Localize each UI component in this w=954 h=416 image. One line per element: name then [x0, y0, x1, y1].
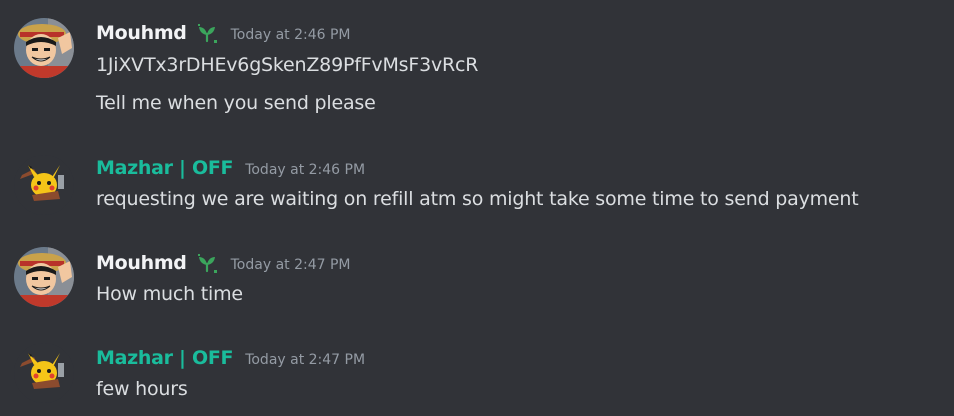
message-header: Mouhmd Today at 2:46 PM	[96, 21, 351, 45]
message-header: Mazhar | OFF Today at 2:47 PM	[96, 346, 365, 370]
username[interactable]: Mazhar | OFF	[96, 157, 233, 179]
message-text: requesting we are waiting on refill atm …	[96, 188, 859, 210]
avatar-mouhmd[interactable]	[14, 18, 74, 78]
timestamp[interactable]: Today at 2:47 PM	[231, 257, 351, 273]
username[interactable]: Mazhar | OFF	[96, 347, 233, 369]
message-text: 1JiXVTx3rDHEv6gSkenZ89PfFvMsF3vRcR	[96, 54, 479, 76]
timestamp[interactable]: Today at 2:47 PM	[245, 352, 365, 368]
sprout-icon[interactable]	[195, 251, 219, 275]
message-text: Tell me when you send please	[96, 92, 376, 114]
luffy-avatar-icon	[14, 247, 74, 307]
pikachu-avatar-icon	[14, 343, 74, 403]
avatar-mazhar[interactable]	[14, 155, 74, 215]
avatar-mazhar[interactable]	[14, 343, 74, 403]
message-header: Mouhmd Today at 2:47 PM	[96, 251, 351, 275]
timestamp[interactable]: Today at 2:46 PM	[245, 162, 365, 178]
message-text: few hours	[96, 378, 188, 400]
username[interactable]: Mouhmd	[96, 22, 187, 44]
message-header: Mazhar | OFF Today at 2:46 PM	[96, 156, 365, 180]
message-text: How much time	[96, 283, 243, 305]
avatar-mouhmd[interactable]	[14, 247, 74, 307]
username[interactable]: Mouhmd	[96, 252, 187, 274]
sprout-icon[interactable]	[195, 21, 219, 45]
luffy-avatar-icon	[14, 18, 74, 78]
chat-message-list: Mouhmd Today at 2:46 PM 1JiXVTx3rDHEv6gS…	[0, 0, 954, 416]
pikachu-avatar-icon	[14, 155, 74, 215]
timestamp[interactable]: Today at 2:46 PM	[231, 27, 351, 43]
